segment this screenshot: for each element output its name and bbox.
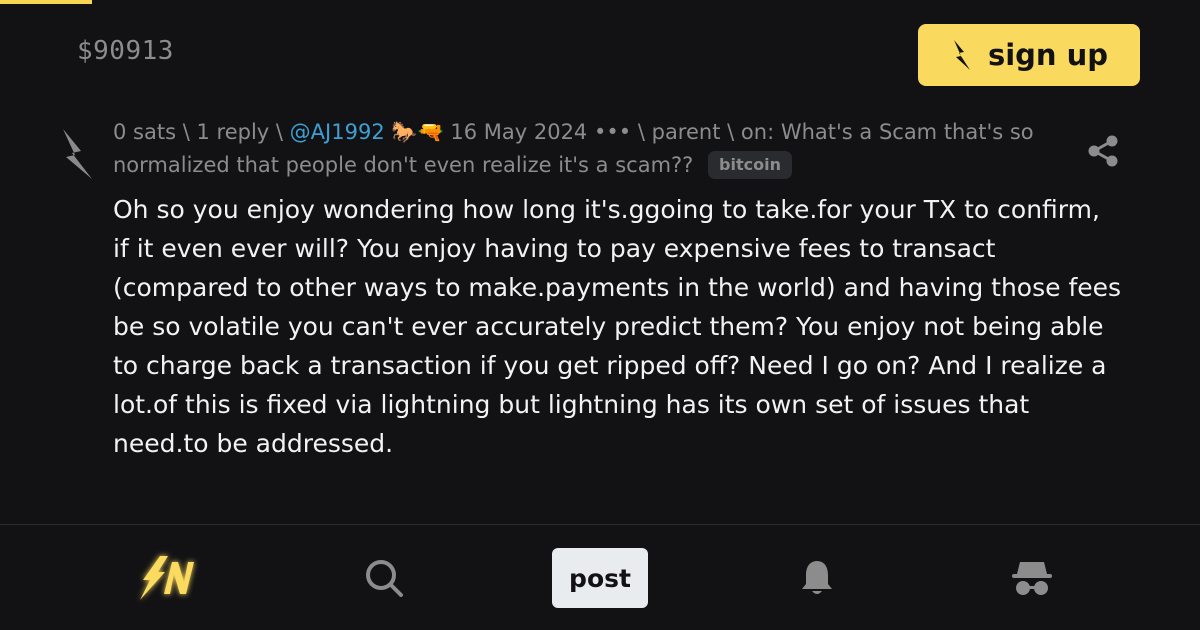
sats-count[interactable]: 0 sats: [113, 120, 176, 144]
post-date[interactable]: 16 May 2024: [450, 120, 587, 144]
sign-up-label: sign up: [987, 38, 1109, 72]
top-accent-bar: [0, 0, 92, 4]
parent-link[interactable]: parent: [652, 120, 721, 144]
separator: \: [637, 120, 645, 144]
bottom-navbar: post: [0, 525, 1200, 630]
on-prefix: on:: [740, 120, 775, 144]
page: $90913 sign up 0 sats \ 1 reply \ @AJ199…: [0, 0, 1200, 630]
comment-meta: 0 sats \ 1 reply \ @AJ1992 🐎🔫 16 May 202…: [113, 116, 1063, 182]
sub-tag-badge[interactable]: bitcoin: [708, 151, 792, 179]
user-link[interactable]: @AJ1992: [290, 120, 385, 144]
bolt-icon: [950, 38, 974, 72]
sign-up-button[interactable]: sign up: [918, 24, 1140, 86]
post-button[interactable]: post: [552, 548, 648, 608]
search-icon[interactable]: [362, 525, 406, 630]
separator: \: [275, 120, 283, 144]
comment-body: Oh so you enjoy wondering how long it's.…: [113, 195, 1122, 458]
share-icon[interactable]: [1086, 134, 1120, 172]
anon-icon[interactable]: [1008, 525, 1056, 630]
bell-icon[interactable]: [797, 525, 837, 630]
reply-count[interactable]: 1 reply: [196, 120, 269, 144]
separator: \: [727, 120, 735, 144]
upvote-bolt-icon[interactable]: [58, 127, 96, 185]
separator: \: [182, 120, 190, 144]
bitcoin-price[interactable]: $90913: [77, 36, 174, 66]
more-menu-button[interactable]: •••: [594, 120, 631, 144]
sn-logo-icon[interactable]: [132, 525, 208, 630]
user-badges: 🐎🔫: [391, 120, 444, 144]
